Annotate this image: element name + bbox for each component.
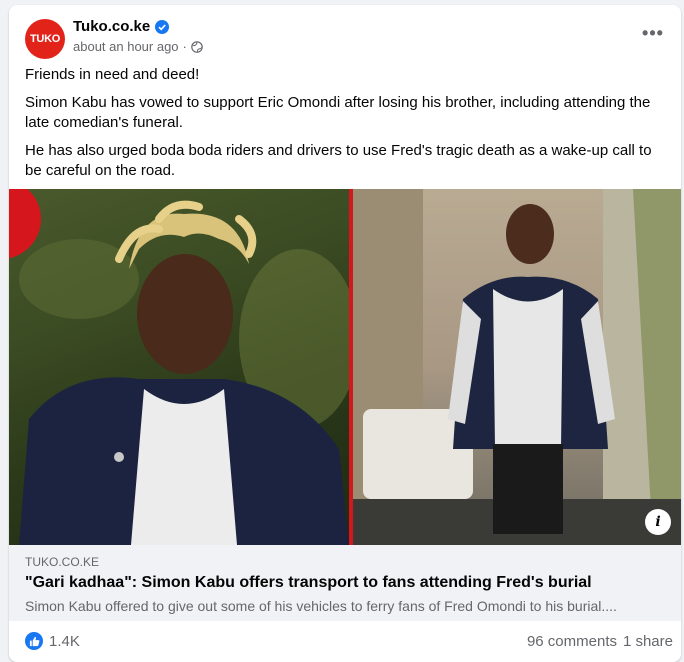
globe-icon bbox=[191, 40, 203, 53]
verified-badge-icon bbox=[155, 19, 170, 34]
link-preview[interactable]: TUKO.CO.KE "Gari kadhaa": Simon Kabu off… bbox=[9, 545, 681, 621]
post-paragraph: He has also urged boda boda riders and d… bbox=[25, 142, 652, 179]
post-meta: about an hour ago · bbox=[73, 39, 203, 54]
photo-right-man-standing bbox=[353, 189, 681, 545]
avatar-logo-text: TUKO bbox=[30, 33, 60, 45]
post-text: Friends in need and deed! Simon Kabu has… bbox=[25, 65, 665, 189]
post-paragraph: Friends in need and deed! bbox=[25, 66, 200, 83]
post-timestamp[interactable]: about an hour ago bbox=[73, 39, 179, 54]
like-reaction-icon[interactable] bbox=[25, 632, 43, 650]
meta-separator: · bbox=[182, 39, 187, 54]
reaction-count[interactable]: 1.4K bbox=[49, 633, 80, 650]
post-footer: 1.4K 96 comments 1 share bbox=[9, 621, 681, 662]
page-name[interactable]: Tuko.co.ke bbox=[73, 18, 150, 35]
photo-left-man-portrait bbox=[9, 189, 359, 545]
info-icon: i bbox=[655, 514, 661, 530]
comments-count[interactable]: 96 comments bbox=[527, 633, 617, 650]
link-headline[interactable]: "Gari kadhaa": Simon Kabu offers transpo… bbox=[25, 574, 592, 592]
link-preview-image[interactable]: i bbox=[9, 189, 681, 545]
link-domain: TUKO.CO.KE bbox=[25, 555, 100, 569]
page-avatar[interactable]: TUKO bbox=[25, 19, 65, 59]
more-options-icon: ••• bbox=[642, 22, 664, 43]
info-button[interactable]: i bbox=[645, 509, 671, 535]
portrait-illustration-left bbox=[9, 189, 359, 545]
post-paragraph: Simon Kabu has vowed to support Eric Omo… bbox=[25, 94, 651, 131]
post-card: TUKO Tuko.co.ke about an hour ago · ••• … bbox=[9, 5, 681, 662]
page-name-row: Tuko.co.ke bbox=[73, 18, 170, 35]
more-options-button[interactable]: ••• bbox=[637, 21, 669, 45]
portrait-illustration-right bbox=[353, 189, 681, 545]
link-description: Simon Kabu offered to give out some of h… bbox=[25, 598, 617, 614]
shares-count[interactable]: 1 share bbox=[623, 633, 673, 650]
